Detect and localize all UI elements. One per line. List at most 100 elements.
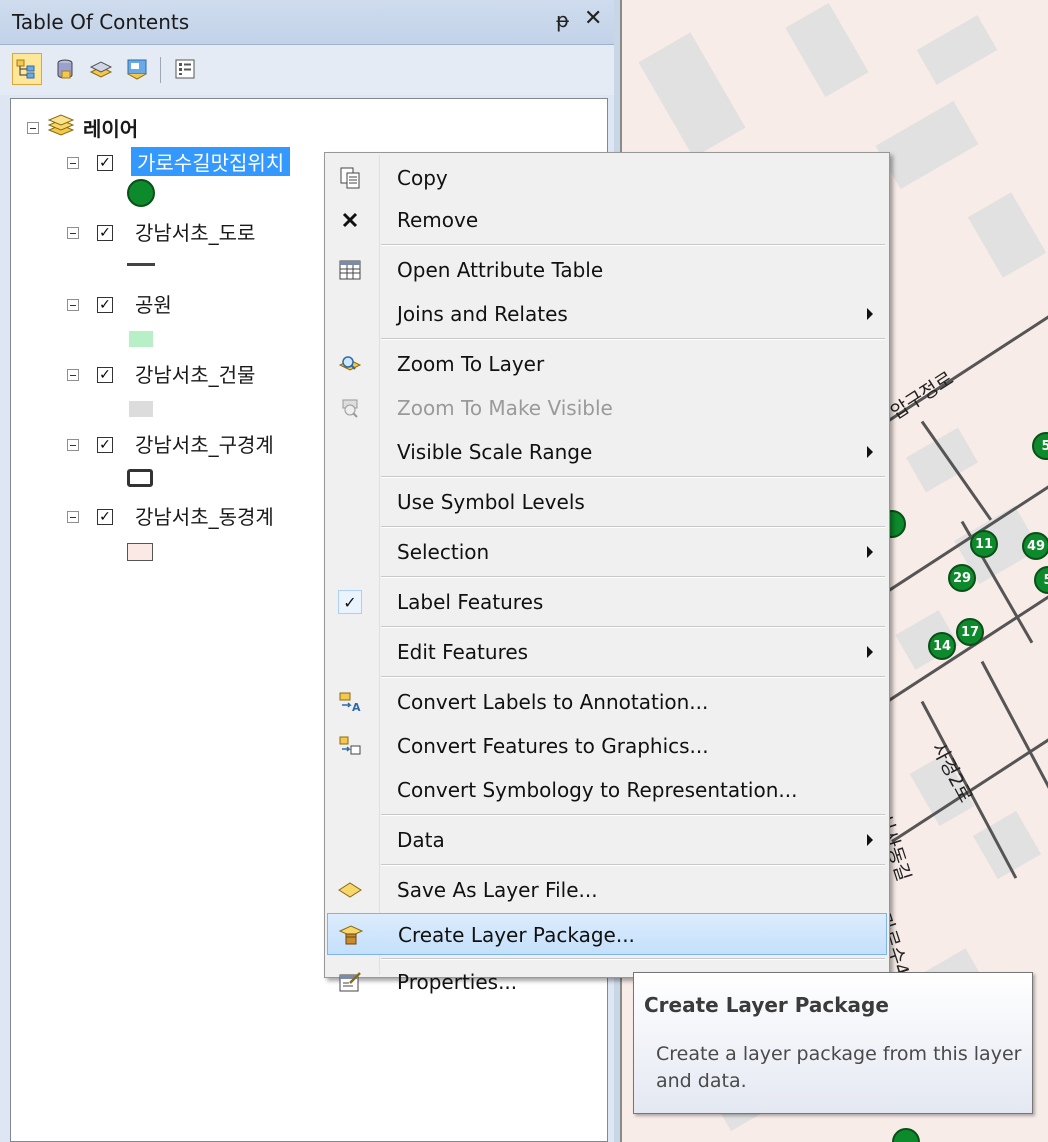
menu-item-selection[interactable]: Selection	[327, 531, 887, 573]
expander-layer[interactable]	[67, 511, 79, 523]
layer-visibility-checkbox[interactable]: ✓	[97, 297, 113, 313]
remove-icon	[335, 205, 365, 235]
submenu-arrow-icon	[867, 646, 873, 658]
menu-item-convert-labels-to-annotation[interactable]: A Convert Labels to Annotation...	[327, 681, 887, 723]
menu-item-zoom-to-make-visible: Zoom To Make Visible	[327, 387, 887, 429]
convert-labels-icon: A	[335, 687, 365, 717]
layer-name[interactable]: 강남서초_도로	[135, 217, 255, 246]
list-by-source-icon[interactable]	[50, 53, 80, 85]
close-icon[interactable]: ✕	[584, 6, 602, 31]
menu-separator	[381, 576, 885, 578]
expander-layer[interactable]	[67, 299, 79, 311]
menu-separator	[381, 958, 885, 960]
tooltip: Create Layer Package Create a layer pack…	[633, 972, 1033, 1114]
zoom-layer-icon	[335, 349, 365, 379]
building	[916, 15, 998, 85]
gray-fill-symbol[interactable]	[129, 401, 153, 417]
thick-outline-symbol[interactable]	[127, 469, 153, 487]
menu-separator	[381, 526, 885, 528]
poi-marker[interactable]: 29	[948, 564, 976, 592]
submenu-arrow-icon	[867, 446, 873, 458]
layer-package-icon	[336, 920, 366, 950]
expander-layer[interactable]	[67, 369, 79, 381]
toc-title-bar: Table Of Contents ᵽ ✕	[0, 0, 614, 45]
menu-item-convert-symbology-to-representation[interactable]: Convert Symbology to Representation...	[327, 769, 887, 811]
green-circle-symbol[interactable]	[127, 179, 155, 207]
list-by-drawing-order-icon[interactable]	[12, 53, 42, 85]
list-by-selection-icon[interactable]	[122, 53, 152, 85]
poi-marker[interactable]: 17	[956, 618, 984, 646]
zoom-visible-icon	[335, 393, 365, 423]
menu-item-remove[interactable]: Remove	[327, 199, 887, 241]
menu-item-create-layer-package[interactable]: Create Layer Package...	[327, 913, 887, 955]
convert-features-icon	[335, 731, 365, 761]
layer-name[interactable]: 강남서초_건물	[135, 359, 255, 388]
menu-item-visible-scale-range[interactable]: Visible Scale Range	[327, 431, 887, 473]
dash-line-symbol[interactable]	[127, 263, 155, 266]
checkmark-icon: ✓	[338, 590, 362, 614]
menu-item-open-attribute-table[interactable]: Open Attribute Table	[327, 249, 887, 291]
building	[785, 2, 869, 98]
menu-item-convert-features-to-graphics[interactable]: Convert Features to Graphics...	[327, 725, 887, 767]
menu-item-edit-features[interactable]: Edit Features	[327, 631, 887, 673]
layer-visibility-checkbox[interactable]: ✓	[97, 225, 113, 241]
list-by-visibility-icon[interactable]	[86, 53, 116, 85]
group-label[interactable]: 레이어	[83, 113, 138, 142]
poi-marker[interactable]: 49	[1022, 532, 1048, 560]
layer-name[interactable]: 강남서초_동경계	[135, 501, 274, 530]
toc-toolbar	[0, 45, 614, 95]
road-label: 압구정로	[886, 367, 958, 424]
layer-visibility-checkbox[interactable]: ✓	[97, 437, 113, 453]
menu-item-zoom-to-layer[interactable]: Zoom To Layer	[327, 343, 887, 385]
layer-visibility-checkbox[interactable]: ✓	[97, 509, 113, 525]
layer-name[interactable]: 가로수길맛집위치	[131, 147, 291, 176]
menu-separator	[381, 338, 885, 340]
expander-layer[interactable]	[67, 439, 79, 451]
menu-separator	[381, 864, 885, 866]
save-layer-icon	[335, 875, 365, 905]
menu-separator	[381, 244, 885, 246]
tooltip-title: Create Layer Package	[644, 993, 889, 1017]
layer-name[interactable]: 강남서초_구경계	[135, 429, 274, 458]
menu-item-label-features[interactable]: ✓ Label Features	[327, 581, 887, 623]
menu-separator	[381, 676, 885, 678]
copy-icon	[335, 163, 365, 193]
menu-separator	[381, 476, 885, 478]
poi-marker[interactable]: 11	[970, 530, 998, 558]
light-green-fill-symbol[interactable]	[129, 331, 153, 347]
toc-title: Table Of Contents	[12, 10, 190, 34]
poi-marker[interactable]: 5	[1032, 432, 1048, 460]
properties-icon	[335, 967, 365, 997]
submenu-arrow-icon	[867, 834, 873, 846]
building	[967, 192, 1047, 278]
table-icon	[335, 255, 365, 285]
road-line	[871, 574, 1048, 713]
layers-group-icon	[47, 113, 75, 143]
tooltip-description: Create a layer package from this layer a…	[656, 1043, 1022, 1092]
expander-layer[interactable]	[67, 157, 79, 169]
options-icon[interactable]	[170, 53, 200, 85]
building	[638, 32, 746, 158]
menu-separator	[381, 814, 885, 816]
svg-text:A: A	[352, 701, 361, 713]
menu-item-copy[interactable]: Copy	[327, 157, 887, 199]
menu-item-data[interactable]: Data	[327, 819, 887, 861]
menu-item-save-as-layer-file[interactable]: Save As Layer File...	[327, 869, 887, 911]
pink-fill-symbol[interactable]	[127, 543, 153, 561]
expander-layer[interactable]	[67, 227, 79, 239]
poi-marker[interactable]: 14	[928, 632, 956, 660]
menu-item-use-symbol-levels[interactable]: Use Symbol Levels	[327, 481, 887, 523]
layer-visibility-checkbox[interactable]: ✓	[97, 367, 113, 383]
layer-visibility-checkbox[interactable]: ✓	[97, 155, 113, 171]
layer-name[interactable]: 공원	[135, 289, 172, 318]
pin-icon[interactable]: ᵽ	[556, 8, 569, 32]
submenu-arrow-icon	[867, 308, 873, 320]
poi-marker[interactable]: 5	[1034, 566, 1048, 594]
expander-group[interactable]	[27, 122, 39, 134]
menu-item-joins-and-relates[interactable]: Joins and Relates	[327, 293, 887, 335]
menu-separator	[381, 626, 885, 628]
building	[875, 100, 979, 190]
context-menu: Copy Remove Open Attribute Table Joins a…	[324, 152, 890, 994]
poi-marker[interactable]	[892, 1128, 920, 1142]
toolbar-divider	[160, 57, 161, 83]
